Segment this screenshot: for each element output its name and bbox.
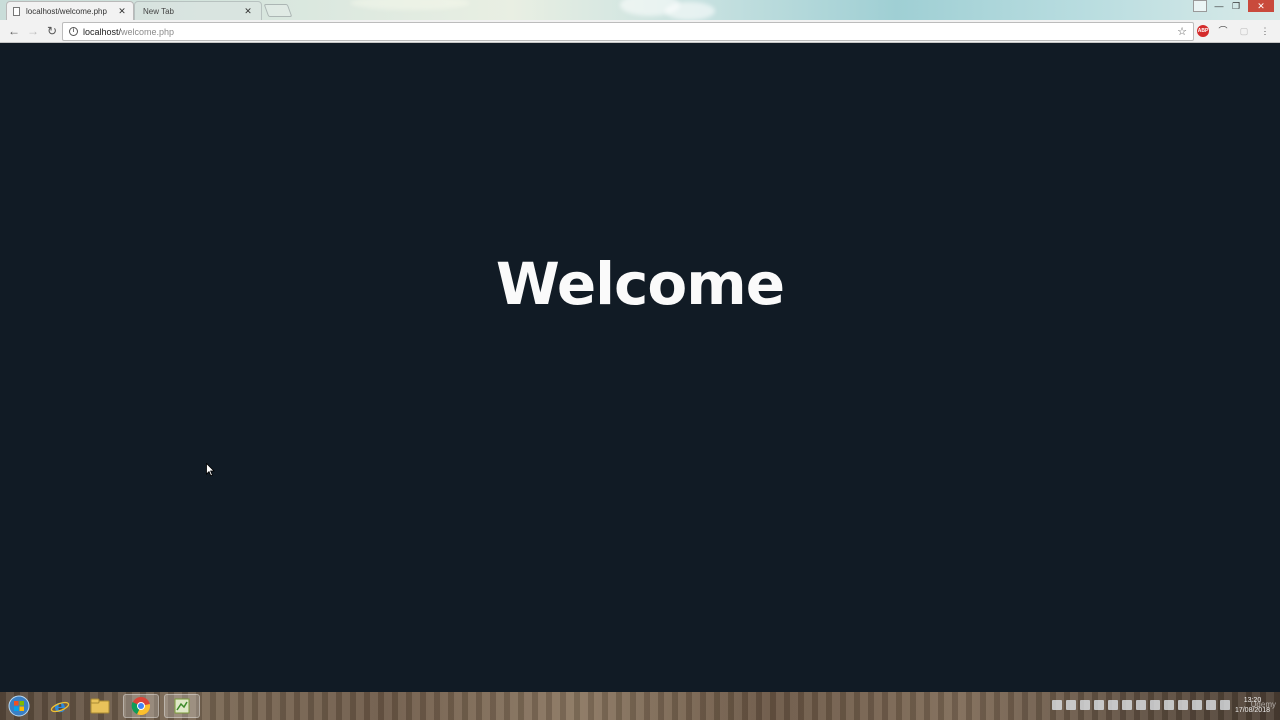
address-bar[interactable]: i localhost/welcome.php ☆ [62,22,1194,41]
tray-display-icon[interactable] [1150,700,1160,710]
tray-network-adapter-icon[interactable] [1080,700,1090,710]
system-tray [1052,700,1230,710]
reload-button[interactable]: ↻ [44,24,60,39]
tray-security-icon[interactable] [1178,700,1188,710]
page-favicon-icon [13,6,20,16]
chrome-icon[interactable] [123,694,159,718]
tray-shield-icon[interactable] [1122,700,1132,710]
editor-icon[interactable] [164,694,200,718]
tray-wifi-icon[interactable] [1220,700,1230,710]
tab-close-icon[interactable]: ✕ [243,6,253,17]
url-path: welcome.php [121,26,175,37]
file-explorer-icon[interactable] [82,694,118,718]
tray-flag-icon[interactable] [1192,700,1202,710]
tray-app-icon[interactable] [1066,700,1076,710]
tray-volume-icon[interactable] [1094,700,1104,710]
minimize-button[interactable]: — [1212,0,1226,12]
chrome-menu-icon[interactable]: ⋮ [1259,25,1271,37]
back-button[interactable]: ← [6,24,22,39]
page-content: Welcome [0,44,1280,692]
tray-update-icon[interactable] [1164,700,1174,710]
tab-welcome[interactable]: localhost/welcome.php ✕ [6,1,134,20]
extension-icon[interactable]: ⌒ [1217,25,1229,37]
url-host: localhost/ [83,26,122,37]
watermark-text: Udemy [1250,700,1276,709]
bookmark-star-icon[interactable]: ☆ [1177,25,1187,38]
site-info-icon[interactable]: i [69,27,78,36]
maximize-button[interactable]: ❐ [1229,0,1243,12]
tray-app2-icon[interactable] [1136,700,1146,710]
tray-signal-icon[interactable] [1108,700,1118,710]
tab-label: localhost/welcome.php [26,6,107,16]
forward-button[interactable]: → [25,24,41,39]
adblock-extension-icon[interactable]: ABP [1197,25,1209,37]
browser-toolbar: ← → ↻ i localhost/welcome.php ☆ ABP ⌒ ▢ … [0,20,1280,43]
user-profile-icon[interactable] [1193,0,1207,12]
extension-gray-icon[interactable]: ▢ [1238,25,1250,37]
tray-power-icon[interactable] [1206,700,1216,710]
welcome-heading: Welcome [495,250,785,318]
mouse-cursor-icon [206,463,215,477]
tab-close-icon[interactable]: ✕ [117,6,127,17]
svg-text:e: e [54,696,65,716]
tab-new-tab[interactable]: New Tab ✕ [134,1,262,20]
internet-explorer-icon[interactable]: e [42,694,78,718]
windows-taskbar: e 13:20 17/08/2018 Udemy [0,692,1280,720]
tab-label: New Tab [143,6,174,16]
new-tab-button[interactable] [263,4,293,17]
browser-titlebar: localhost/welcome.php ✕ New Tab ✕ — ❐ ✕ [0,0,1280,20]
tray-action-center-icon[interactable] [1052,700,1062,710]
close-window-button[interactable]: ✕ [1248,0,1274,12]
start-orb-icon[interactable] [1,694,37,718]
